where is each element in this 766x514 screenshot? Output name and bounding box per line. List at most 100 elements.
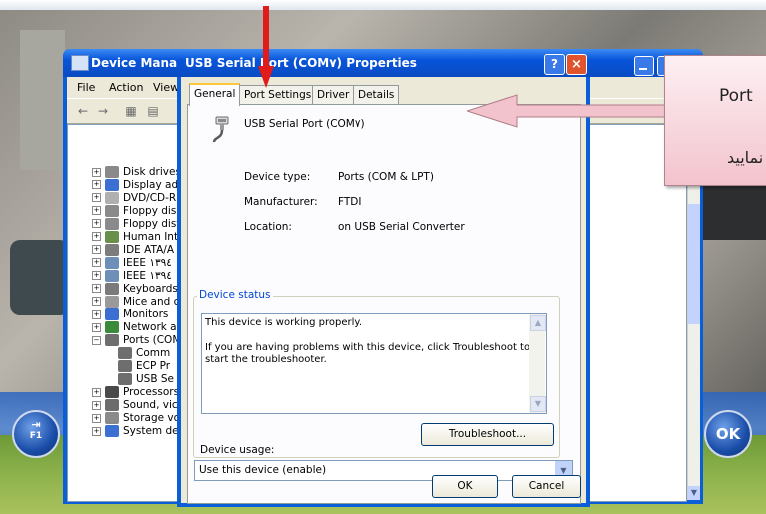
dialog-titlebar[interactable]: USB Serial Port (COM٧) Properties ? × [177, 49, 590, 77]
device-category-icon [105, 191, 119, 204]
expand-icon[interactable]: + [92, 258, 101, 268]
expand-icon[interactable]: + [92, 322, 101, 332]
device-category-icon [105, 412, 119, 425]
properties-icon[interactable]: ▤ [145, 103, 161, 119]
tree-node-label: Sound, vic [123, 399, 178, 412]
tree-node[interactable]: + IEEE ١٣٩٤ [92, 269, 172, 283]
ok-key-label: OK [715, 425, 741, 443]
device-category-icon [105, 334, 119, 347]
expand-icon[interactable]: + [92, 271, 101, 281]
callout-line-2: نمایید [727, 148, 764, 167]
status-scrollbar[interactable]: ▲ ▼ [529, 314, 546, 413]
expand-icon[interactable]: + [92, 232, 101, 242]
tree-node[interactable]: ECP Pr [118, 359, 170, 373]
tree-node[interactable]: + Floppy dist [92, 217, 180, 231]
device-name: USB Serial Port (COM٧) [244, 118, 365, 130]
tab-details[interactable]: Details [353, 85, 400, 104]
tree-node[interactable]: + Sound, vic [92, 398, 178, 412]
expand-icon[interactable]: + [92, 206, 101, 216]
scrollbar-thumb[interactable] [688, 204, 700, 324]
tree-node-label: USB Se [136, 373, 175, 386]
troubleshoot-button[interactable]: Troubleshoot... [421, 423, 554, 446]
tree-node-label: DVD/CD-R [123, 191, 177, 204]
tree-node[interactable]: + Keyboards [92, 282, 178, 296]
tree-node[interactable]: + Human Int [92, 230, 178, 244]
expand-icon[interactable]: + [92, 413, 101, 423]
expand-icon[interactable]: + [92, 400, 101, 410]
tree-node[interactable]: + Display ad [92, 178, 178, 192]
tree-node[interactable]: + Disk drives [92, 165, 181, 179]
tab-driver[interactable]: Driver [312, 85, 355, 104]
help-button[interactable]: ? [544, 54, 565, 75]
expand-icon[interactable]: + [92, 426, 101, 436]
tree-node[interactable]: + Network a [92, 320, 177, 334]
device-category-icon [105, 269, 119, 282]
dialog-title: USB Serial Port (COM٧) Properties [185, 56, 417, 70]
f1-help-key[interactable]: ⇥ F1 [12, 410, 60, 458]
device-category-icon [118, 373, 132, 386]
expand-icon[interactable]: + [92, 180, 101, 190]
device-category-icon [118, 360, 132, 373]
tree-node[interactable]: USB Se [118, 372, 174, 386]
expand-icon[interactable]: + [92, 284, 101, 294]
tree-node-label: Network a [123, 321, 177, 334]
device-category-icon [118, 347, 132, 360]
tree-node[interactable]: Comm [118, 346, 170, 360]
device-usage-value: Use this device (enable) [199, 464, 327, 476]
tab-port-settings[interactable]: Port Settings [239, 85, 317, 104]
status-line: If you are having problems with this dev… [205, 342, 531, 353]
tree-node[interactable]: + System de [92, 424, 179, 438]
scroll-up-icon[interactable]: ▲ [530, 315, 546, 331]
tree-node[interactable]: + Processors [92, 385, 179, 399]
menu-view[interactable]: View [153, 81, 179, 94]
device-status-text[interactable]: This device is working properly. If you … [201, 313, 547, 414]
forward-arrow-icon[interactable]: → [95, 103, 111, 119]
tab-general[interactable]: General [189, 83, 241, 106]
tree-node[interactable]: + Storage vo [92, 411, 180, 425]
tree-node-label: IDE ATA/A [123, 243, 175, 256]
expand-icon[interactable]: + [92, 167, 101, 177]
tree-node[interactable]: + Mice and c [92, 295, 179, 309]
red-arrow-icon [258, 6, 274, 88]
device-category-icon [105, 243, 119, 256]
minimize-button[interactable] [634, 56, 654, 76]
expand-icon[interactable]: + [92, 387, 101, 397]
tree-node[interactable]: + IDE ATA/A [92, 243, 174, 257]
expand-icon[interactable]: + [92, 309, 101, 319]
tree-node-label: Floppy dist [123, 217, 181, 230]
tree-node-label: System de [123, 425, 179, 437]
expand-icon[interactable]: + [92, 245, 101, 255]
expand-icon[interactable]: + [92, 297, 101, 306]
ok-key[interactable]: OK [704, 410, 752, 458]
device-category-icon [105, 204, 119, 217]
menu-action[interactable]: Action [109, 81, 143, 94]
view-toggle-icon[interactable]: ▦ [123, 103, 139, 119]
close-button[interactable]: × [566, 54, 587, 75]
status-line: This device is working properly. [205, 317, 363, 328]
collapse-icon[interactable]: − [92, 335, 101, 345]
tree-node[interactable]: + IEEE ١٣٩٤ [92, 256, 172, 270]
tree-node[interactable]: + DVD/CD-R [92, 191, 176, 205]
tree-node[interactable]: + Floppy dis [92, 204, 176, 218]
tree-node-label: ECP Pr [136, 360, 171, 373]
device-category-icon [105, 178, 119, 191]
back-arrow-icon[interactable]: ← [75, 103, 91, 119]
tree-node-label: Human Int [123, 230, 179, 243]
tree-node[interactable]: + Monitors [92, 307, 168, 321]
top-strip [0, 0, 766, 10]
expand-icon[interactable]: + [92, 219, 101, 229]
tree-node-label: Disk drives [123, 166, 181, 178]
device-type-value: Ports (COM & LPT) [338, 171, 434, 183]
cancel-button[interactable]: Cancel [512, 475, 581, 498]
background-object [10, 240, 70, 315]
menu-file[interactable]: File [77, 81, 95, 94]
scroll-down-icon[interactable]: ▼ [688, 486, 700, 500]
ok-button[interactable]: OK [432, 475, 498, 498]
tree-node[interactable]: − Ports (COM [92, 333, 181, 347]
scroll-down-icon[interactable]: ▼ [530, 396, 546, 412]
device-category-icon [105, 166, 119, 178]
status-line: start the troubleshooter. [205, 354, 327, 365]
expand-icon[interactable]: + [92, 193, 101, 203]
device-category-icon [105, 308, 119, 321]
f1-key-label: F1 [29, 431, 43, 441]
